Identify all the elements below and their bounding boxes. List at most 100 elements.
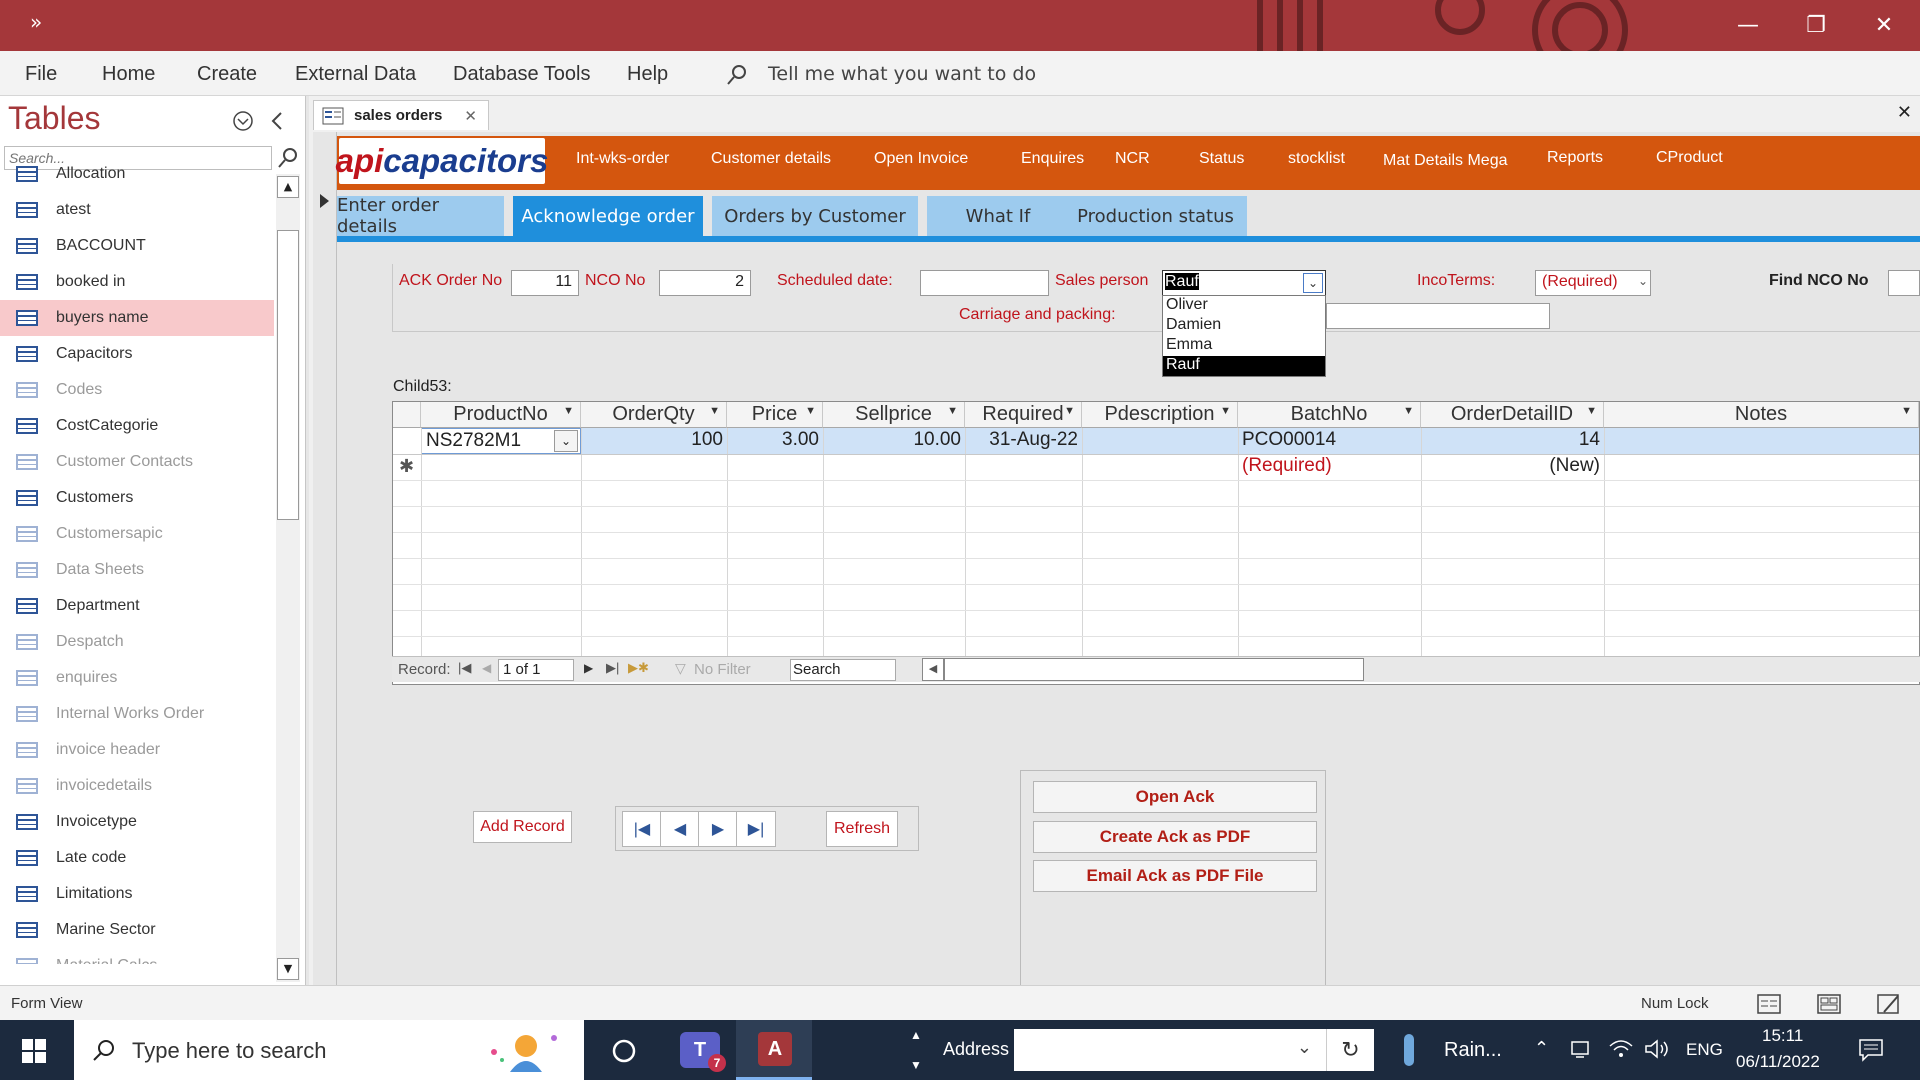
sales-person-option[interactable]: Damien	[1163, 316, 1325, 336]
col-notes[interactable]: Notes ▼	[1604, 402, 1919, 428]
cell-required[interactable]: 31-Aug-22	[965, 428, 1082, 454]
carriage-packing-field[interactable]	[1326, 303, 1550, 329]
nav-table-item[interactable]: Allocation	[0, 156, 274, 192]
link-stocklist[interactable]: stocklist	[1288, 150, 1345, 168]
new-record-nav-icon[interactable]: ▶✱	[628, 660, 649, 676]
windows-start-icon[interactable]	[22, 1039, 46, 1063]
weather-text[interactable]: Rain...	[1444, 1039, 1502, 1062]
next-record-button[interactable]: ▶	[698, 811, 738, 847]
tab-acknowledge-order[interactable]: Acknowledge order	[513, 196, 703, 236]
nco-no-field[interactable]: 2	[659, 270, 751, 296]
link-enquires[interactable]: Enquires	[1021, 150, 1084, 168]
nav-table-item[interactable]: Capacitors	[0, 336, 274, 372]
close-window-icon[interactable]: ✕	[1856, 0, 1912, 51]
last-record-icon[interactable]: ▶|	[606, 660, 619, 676]
filter-status[interactable]: No Filter	[694, 661, 751, 678]
nav-table-item[interactable]: Department	[0, 588, 274, 624]
open-ack-button[interactable]: Open Ack	[1033, 781, 1317, 813]
select-all-corner[interactable]	[393, 402, 421, 428]
wifi-icon[interactable]	[1608, 1038, 1634, 1060]
nav-table-item[interactable]: Customers	[0, 480, 274, 516]
layout-view-icon[interactable]	[1816, 992, 1842, 1016]
col-required[interactable]: Required ▼	[965, 402, 1082, 428]
nav-table-item[interactable]: invoicedetails	[0, 768, 274, 804]
volume-icon[interactable]	[1644, 1038, 1672, 1060]
nav-table-item[interactable]: booked in	[0, 264, 274, 300]
notifications-icon[interactable]	[1858, 1038, 1884, 1062]
cell-notes[interactable]	[1604, 428, 1919, 454]
language-indicator[interactable]: ENG	[1686, 1040, 1723, 1060]
tab-sales-orders[interactable]: sales orders ✕	[313, 100, 489, 130]
link-mat-details-mega[interactable]: Mat Details Mega	[1383, 152, 1508, 170]
address-dropdown-icon[interactable]: ⌄	[1297, 1037, 1312, 1058]
hscroll-thumb[interactable]	[944, 658, 1364, 681]
sales-person-option[interactable]: Rauf	[1163, 356, 1325, 376]
teams-app-icon[interactable]: T 7	[680, 1032, 726, 1072]
design-view-icon[interactable]	[1876, 992, 1902, 1016]
menu-database-tools[interactable]: Database Tools	[453, 63, 591, 86]
nav-table-item[interactable]: enquires	[0, 660, 274, 696]
incoterms-combo[interactable]: (Required) ⌄	[1535, 270, 1651, 296]
nav-table-item[interactable]: BACCOUNT	[0, 228, 274, 264]
nav-table-item[interactable]: Late code	[0, 840, 274, 876]
link-open-invoice[interactable]: Open Invoice	[874, 150, 968, 168]
menu-external-data[interactable]: External Data	[295, 63, 416, 86]
cell-batchno[interactable]: PCO00014	[1238, 428, 1421, 454]
sales-person-option[interactable]: Oliver	[1163, 296, 1325, 316]
menu-file[interactable]: File	[25, 63, 57, 86]
col-sellprice[interactable]: Sellprice ▼	[823, 402, 965, 428]
scheduled-date-field[interactable]	[920, 270, 1049, 296]
tab-what-if[interactable]: What If	[927, 196, 1069, 236]
clock-date[interactable]: 06/11/2022	[1736, 1052, 1820, 1072]
menu-create[interactable]: Create	[197, 63, 257, 86]
menu-home[interactable]: Home	[102, 63, 155, 86]
nav-table-item[interactable]: CostCategorie	[0, 408, 274, 444]
toolbar-expand-up-icon[interactable]: ▲	[910, 1028, 922, 1042]
col-batchno[interactable]: BatchNo ▼	[1238, 402, 1421, 428]
tab-close-icon[interactable]: ✕	[464, 107, 477, 125]
link-status[interactable]: Status	[1199, 150, 1244, 168]
nav-table-item[interactable]: Material Calcs	[0, 948, 274, 964]
link-reports[interactable]: Reports	[1547, 149, 1603, 167]
tell-me-box[interactable]: Tell me what you want to do	[768, 63, 1036, 85]
nav-table-item[interactable]: Limitations	[0, 876, 274, 912]
restore-icon[interactable]: ❐	[1788, 0, 1844, 51]
nav-table-item[interactable]: Customersapic	[0, 516, 274, 552]
link-customer-details[interactable]: Customer details	[711, 150, 831, 168]
nav-table-item[interactable]: Customer Contacts	[0, 444, 274, 480]
access-app-button[interactable]: A	[736, 1020, 812, 1080]
task-view-icon[interactable]	[611, 1038, 637, 1064]
ack-order-no-field[interactable]: 11	[511, 270, 579, 296]
col-orderdetailid[interactable]: OrderDetailID ▼	[1421, 402, 1604, 428]
cell-sellprice[interactable]: 10.00	[823, 428, 965, 454]
col-productno[interactable]: ProductNo ▼	[421, 402, 581, 428]
taskbar-search-box[interactable]: Type here to search	[74, 1020, 584, 1080]
address-refresh-icon[interactable]: ↻	[1326, 1029, 1374, 1071]
find-nco-no-field[interactable]	[1888, 270, 1920, 296]
clock-time[interactable]: 15:11	[1762, 1026, 1803, 1046]
link-ncr[interactable]: NCR	[1115, 150, 1150, 168]
email-ack-pdf-button[interactable]: Email Ack as PDF File	[1033, 860, 1317, 892]
cell-new-orderdetailid[interactable]: (New)	[1421, 454, 1604, 480]
sales-person-combo[interactable]: Rauf ⌄	[1162, 270, 1326, 296]
network-icon[interactable]	[1570, 1040, 1596, 1060]
nav-table-item[interactable]: Despatch	[0, 624, 274, 660]
hscroll-left-icon[interactable]: ◀	[922, 658, 944, 681]
nav-table-item[interactable]: buyers name	[0, 300, 274, 336]
col-pdescription[interactable]: Pdescription ▼	[1082, 402, 1238, 428]
toolbar-expand-down-icon[interactable]: ▼	[910, 1058, 922, 1072]
nav-scrollbar[interactable]: ▲ ▼	[276, 174, 300, 982]
sales-person-dropdown-icon[interactable]: ⌄	[1303, 273, 1323, 293]
nav-table-item[interactable]: Invoicetype	[0, 804, 274, 840]
nav-table-item[interactable]: Data Sheets	[0, 552, 274, 588]
nav-collapse-icon[interactable]	[268, 110, 288, 132]
scroll-thumb[interactable]	[277, 230, 299, 520]
productno-dropdown-icon[interactable]: ⌄	[554, 430, 578, 452]
nav-table-item[interactable]: Codes	[0, 372, 274, 408]
cell-pdescription[interactable]	[1082, 428, 1238, 454]
link-cproduct[interactable]: CProduct	[1656, 149, 1723, 167]
nav-table-item[interactable]: atest	[0, 192, 274, 228]
prev-record-button[interactable]: ◀	[660, 811, 700, 847]
minimize-icon[interactable]: —	[1720, 0, 1776, 51]
record-selector[interactable]	[313, 132, 337, 985]
